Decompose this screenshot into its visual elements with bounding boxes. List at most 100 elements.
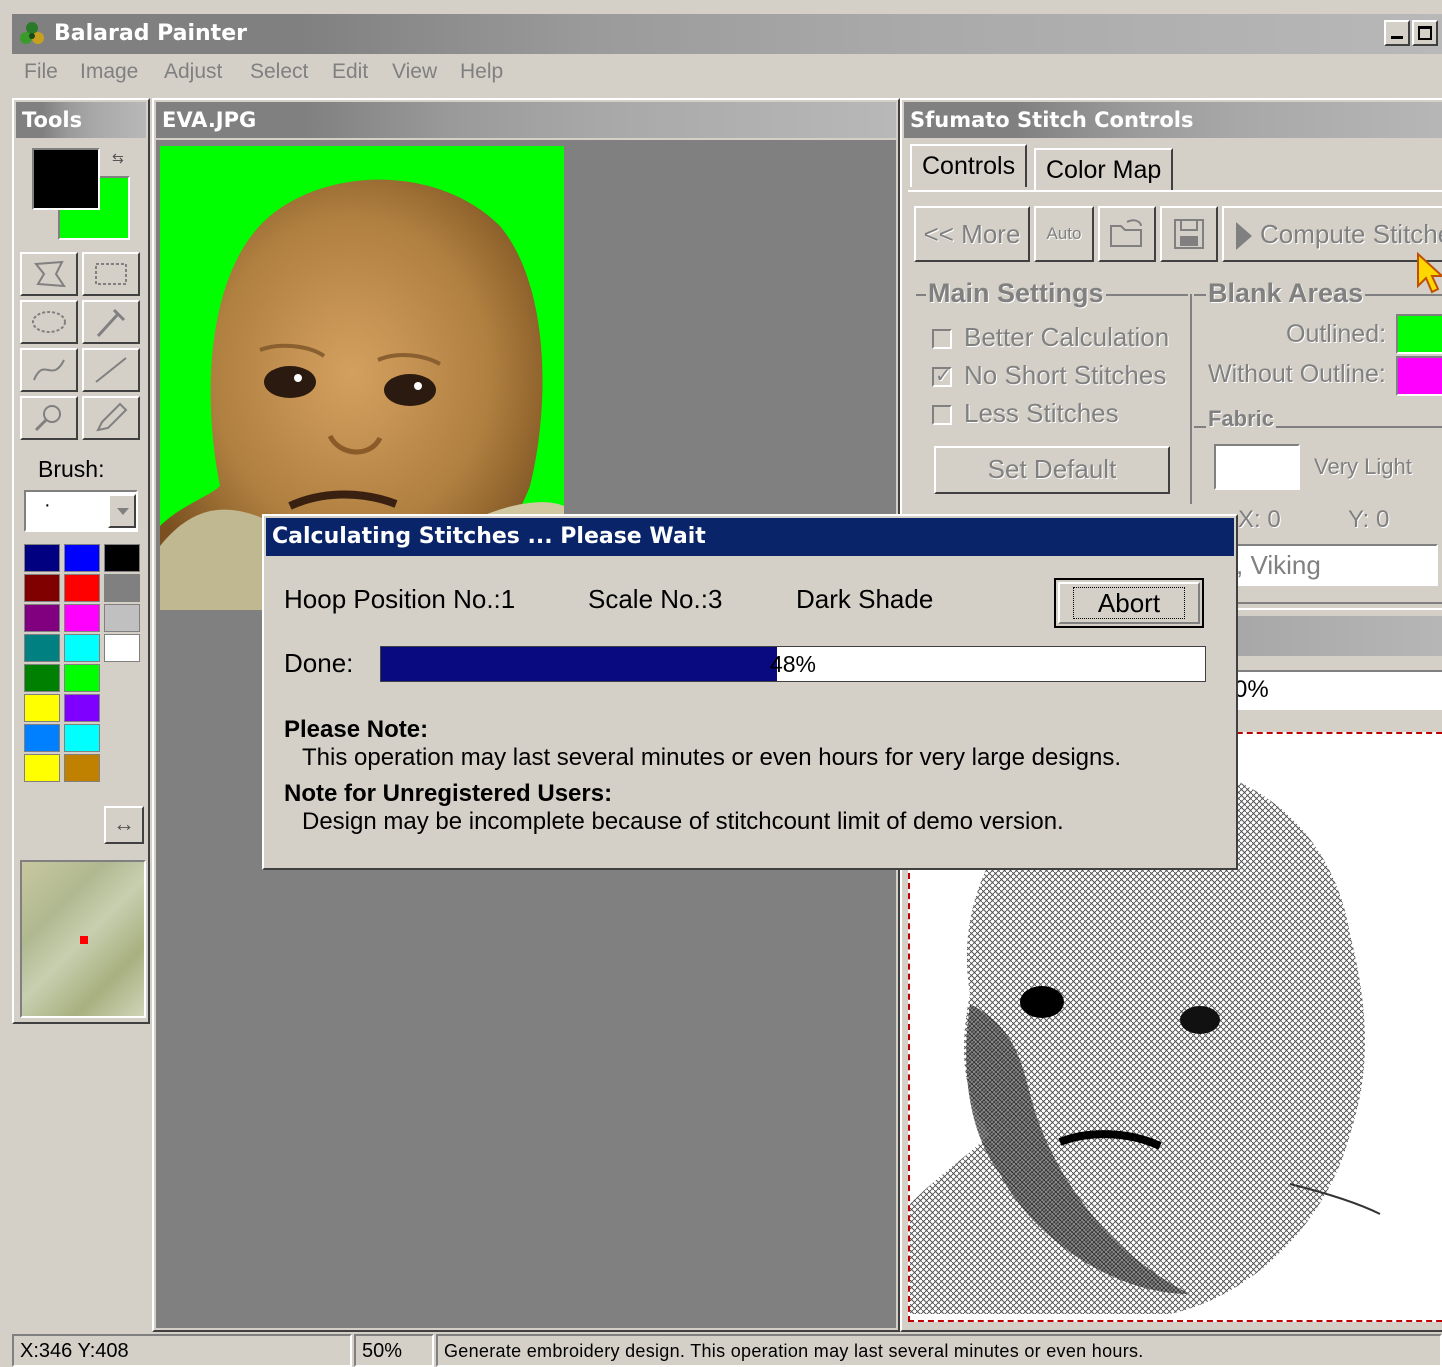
abort-button[interactable]: Abort: [1054, 578, 1204, 628]
ellipse-select-tool[interactable]: [20, 300, 78, 344]
lasso-icon: [34, 260, 66, 288]
abort-label: Abort: [1072, 587, 1186, 619]
chevron-down-icon: [117, 508, 129, 515]
fabric-shade: Very Light: [1314, 454, 1412, 479]
palette-swatch[interactable]: [104, 634, 140, 662]
menu-help[interactable]: Help: [460, 60, 503, 84]
auto-button[interactable]: Auto: [1034, 206, 1094, 262]
palette-swatch[interactable]: [24, 724, 60, 752]
compute-stitches-button[interactable]: Compute Stitche: [1222, 206, 1442, 262]
brush-select[interactable]: ·: [24, 490, 138, 532]
outlined-color-swatch[interactable]: [1396, 314, 1442, 354]
palette-swatch[interactable]: [24, 544, 60, 572]
palette-swatch[interactable]: [64, 694, 100, 722]
line-tool[interactable]: [82, 348, 140, 392]
menu-image[interactable]: Image: [80, 60, 138, 84]
open-button[interactable]: [1098, 206, 1156, 262]
shade-label: Dark Shade: [796, 584, 934, 614]
palette-swatch[interactable]: [24, 664, 60, 692]
checkbox-box: [932, 405, 952, 426]
palette-swatch[interactable]: [64, 574, 100, 602]
foreground-color-swatch[interactable]: [32, 148, 100, 210]
status-coordinates: X:346 Y:408: [12, 1334, 352, 1367]
palette-swatch[interactable]: [64, 754, 100, 782]
curve-tool[interactable]: [20, 348, 78, 392]
palette-swatch[interactable]: [24, 604, 60, 632]
minimize-button[interactable]: [1384, 20, 1410, 46]
better-calculation-checkbox[interactable]: Better Calculation: [932, 322, 1169, 353]
palette-swatch[interactable]: [64, 664, 100, 692]
pencil-tool[interactable]: [82, 396, 140, 440]
checkbox-box: [932, 329, 952, 350]
scale-number: Scale No.:3: [588, 584, 723, 614]
open-folder-icon: [1110, 219, 1142, 247]
brush-label: Brush:: [38, 456, 105, 482]
done-label: Done:: [284, 648, 354, 678]
fabric-y: Y: 0: [1348, 506, 1390, 533]
lasso-tool[interactable]: [20, 252, 78, 296]
palette-swatch[interactable]: [24, 754, 60, 782]
zoom-field[interactable]: 0%: [1202, 670, 1442, 710]
palette-swatch[interactable]: [104, 574, 140, 602]
sfumato-title: Sfumato Stitch Controls: [904, 102, 1442, 138]
better-calculation-label: Better Calculation: [964, 322, 1170, 352]
palette-swatch[interactable]: [104, 544, 140, 572]
status-zoom: 50%: [354, 1334, 434, 1367]
no-short-stitches-checkbox[interactable]: No Short Stitches: [932, 360, 1166, 391]
color-selector[interactable]: ⇆: [24, 146, 134, 246]
tab-controls[interactable]: Controls: [910, 144, 1028, 187]
menu-adjust[interactable]: Adjust: [164, 60, 222, 84]
palette-swatch[interactable]: [64, 604, 100, 632]
dialog-title: Calculating Stitches ... Please Wait: [266, 518, 1234, 556]
fabric-color-swatch[interactable]: [1214, 444, 1300, 490]
navigator-position-marker: [80, 936, 88, 944]
eyedropper-tool[interactable]: [82, 300, 140, 344]
tools-panel: Tools ⇆ Brush: · ↔: [12, 98, 150, 1024]
status-message: Generate embroidery design. This operati…: [436, 1334, 1442, 1367]
note-heading: Please Note:: [284, 716, 429, 743]
compute-stitches-label: Compute Stitche: [1260, 219, 1442, 249]
zoom-tool[interactable]: [20, 396, 78, 440]
rect-select-tool[interactable]: [82, 252, 140, 296]
tab-color-map[interactable]: Color Map: [1034, 148, 1174, 191]
swap-colors-icon[interactable]: ⇆: [112, 150, 124, 167]
menu-select[interactable]: Select: [250, 60, 308, 84]
menu-file[interactable]: File: [24, 60, 58, 84]
fabric-x: X: 0: [1238, 506, 1281, 533]
menu-view[interactable]: View: [392, 60, 437, 84]
note-text: This operation may last several minutes …: [302, 744, 1122, 771]
outlined-label: Outlined:: [1286, 320, 1387, 348]
set-default-button[interactable]: Set Default: [934, 446, 1170, 494]
eyedropper-icon: [96, 308, 126, 338]
zoom-icon: [34, 405, 61, 432]
maximize-button[interactable]: [1412, 20, 1438, 46]
fabric-label: Fabric: [1206, 406, 1277, 432]
more-button[interactable]: << More: [914, 206, 1030, 262]
save-disk-icon: [1174, 219, 1204, 249]
palette-swatch[interactable]: [64, 634, 100, 662]
app-title: Balarad Painter: [54, 21, 247, 46]
without-outline-label: Without Outline:: [1208, 360, 1386, 388]
menu-edit[interactable]: Edit: [332, 60, 368, 84]
palette-swatch[interactable]: [64, 544, 100, 572]
no-short-stitches-label: No Short Stitches: [964, 360, 1167, 390]
curve-icon: [33, 359, 65, 381]
save-button[interactable]: [1160, 206, 1218, 262]
group-divider: [1190, 294, 1192, 504]
main-settings-label: Main Settings: [926, 278, 1106, 309]
brush-dropdown-button[interactable]: [108, 494, 136, 528]
without-outline-color-swatch[interactable]: [1396, 356, 1442, 396]
swap-palette-button[interactable]: ↔: [104, 806, 144, 844]
menu-bar: File Image Adjust Select Edit View Help: [12, 54, 1442, 94]
palette-swatch[interactable]: [64, 724, 100, 752]
palette-swatch[interactable]: [24, 574, 60, 602]
unregistered-text: Design may be incomplete because of stit…: [302, 808, 1064, 835]
palette-swatch[interactable]: [104, 604, 140, 632]
less-stitches-checkbox[interactable]: Less Stitches: [932, 398, 1119, 429]
palette-swatch[interactable]: [24, 694, 60, 722]
app-logo-icon: [20, 22, 44, 44]
palette-swatch[interactable]: [24, 634, 60, 662]
navigator-preview[interactable]: [20, 860, 146, 1018]
ellipse-select-icon: [32, 311, 66, 333]
minimize-icon: [1391, 36, 1403, 39]
